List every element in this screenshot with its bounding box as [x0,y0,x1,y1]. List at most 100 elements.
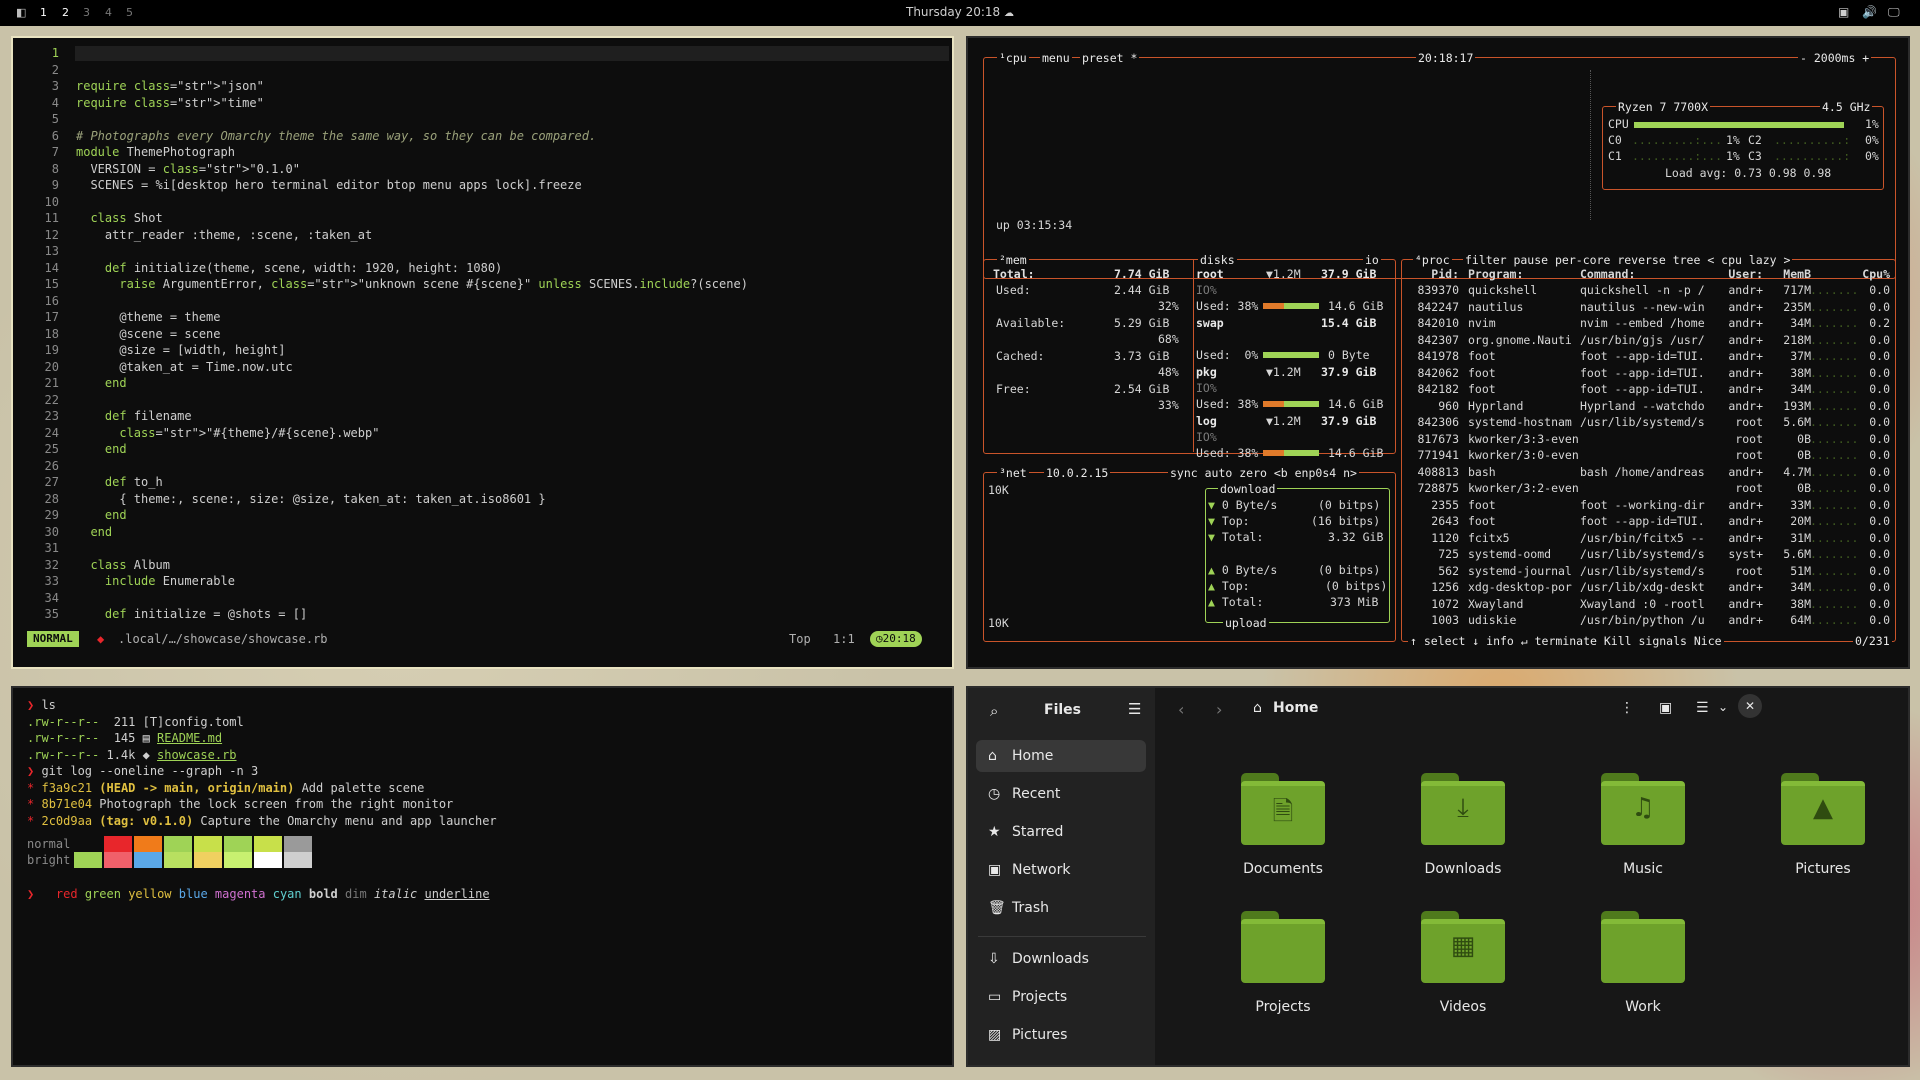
process-cell: 960 [1438,398,1459,413]
code-line[interactable]: 25 end [13,441,943,458]
code-line[interactable]: 16 [13,293,943,310]
sidebar-item-label: Pictures [1012,1027,1068,1043]
process-cell: 64M [1790,613,1811,627]
proc-title[interactable]: ⁴proc [1413,253,1452,267]
proc-footer[interactable]: ↑ select ↓ info ↵ terminate Kill signals… [1408,634,1724,648]
folder-videos[interactable]: ▦ Videos [1386,911,1540,1021]
code-line[interactable]: 31 [13,540,943,557]
hamburger-menu-icon[interactable]: ☰ [1128,700,1141,718]
color-swatch [224,836,252,852]
process-cell: 34M [1790,580,1811,594]
code-line[interactable]: 34 [13,590,943,607]
preset-button[interactable]: preset * [1080,51,1140,65]
back-icon[interactable]: ‹ [1178,700,1184,719]
code-line[interactable]: 22 [13,392,943,409]
shell-prompt[interactable]: ❯ [27,886,34,903]
sidebar-item-label: Network [1012,862,1071,878]
color-swatch [194,852,222,868]
btop-window[interactable]: ¹cpu menu preset * 20:18:17 - 2000ms + R… [966,36,1910,669]
folder-documents[interactable]: 🗎 Documents [1206,773,1360,883]
folder-label: Videos [1439,999,1487,1015]
code-line[interactable]: 13 [13,243,943,260]
location-bar[interactable]: ⌂ Home [1245,695,1655,723]
net-options[interactable]: sync auto zero <b enp0s4 n> [1168,466,1359,480]
code-line[interactable]: 5 [13,111,943,128]
starred-icon: ★ [988,824,1001,840]
files-window[interactable]: ⌕ Files ☰ ⌂ Home ◷ Recent ★ Starred ▣ Network 🗑 T… [966,686,1910,1067]
clock[interactable]: Thursday 20:18 ☁ [0,5,1920,19]
pictures-icon: ▨ [988,1027,1002,1043]
sidebar-item-home[interactable]: ⌂ Home [976,740,1146,772]
code-line[interactable]: 7 module ThemePhotograph [13,144,943,161]
folder-pictures[interactable]: ▲ Pictures [1746,773,1900,883]
folder-icon: ▲ [1781,773,1865,845]
code-line[interactable]: 18 @scene = scene [13,326,943,343]
code-line[interactable]: 14 def initialize(theme, scene, width: 1… [13,260,943,277]
code-line[interactable]: 29 end [13,507,943,524]
sidebar-item-starred[interactable]: ★ Starred [976,816,1146,848]
code-line[interactable]: 15 raise ArgumentError, class="str">"unk… [13,276,943,293]
upload-top: (0 bitps) [1325,579,1388,593]
code-line[interactable]: 26 [13,458,943,475]
nvim-window[interactable]: 1# frozen_string_literal: true23require … [11,36,954,669]
sidebar-item-downloads[interactable]: ⇩ Downloads [976,943,1146,975]
code-line[interactable]: 9 SCENES = %i[desktop hero terminal edit… [13,177,943,194]
folder-work[interactable]: Work [1566,911,1720,1021]
folder-music[interactable]: ♫ Music [1566,773,1720,883]
code-line[interactable]: 19 @size = [width, height] [13,342,943,359]
io-toggle[interactable]: io [1363,253,1381,267]
code-line[interactable]: 35 def initialize = @shots = [] [13,606,943,623]
display-icon[interactable]: 🖵 [1888,5,1900,20]
sidebar-item-pictures[interactable]: ▨ Pictures [976,1019,1146,1051]
code-line[interactable]: 20 @taken_at = Time.now.utc [13,359,943,376]
code-line[interactable]: 33 include Enumerable [13,573,943,590]
code-line[interactable]: 30 end [13,524,943,541]
mem-title[interactable]: ²mem [997,253,1029,267]
code-line[interactable]: 21 end [13,375,943,392]
code-line[interactable]: 2 [13,62,943,79]
disks-title[interactable]: disks [1198,253,1237,267]
terminal-window[interactable]: ❯ ls .rw-r--r-- 211 [T]config.toml .rw-r--… [11,686,954,1067]
update-interval[interactable]: - 2000ms + [1798,51,1872,65]
line-number: 33 [44,574,59,588]
view-options-icon[interactable]: ▣ [1659,700,1672,716]
proc-header-cell: Program: [1468,267,1524,281]
code-line[interactable]: 17 @theme = theme [13,309,943,326]
disk-size: 37.9 GiB [1321,414,1377,428]
chevron-down-icon[interactable]: ⌄ [1718,700,1728,714]
sidebar-item-recent[interactable]: ◷ Recent [976,778,1146,810]
sidebar-item-projects[interactable]: ▭ Projects [976,981,1146,1013]
code-line[interactable]: 6 # Photographs every Omarchy theme the s… [13,128,943,145]
proc-options[interactable]: filter pause per-core reverse tree < cpu… [1463,253,1793,267]
folder-projects[interactable]: Projects [1206,911,1360,1021]
line-number: 29 [44,508,59,522]
code-line[interactable]: 27 def to_h [13,474,943,491]
code-line[interactable]: 12 attr_reader :theme, :scene, :taken_at [13,227,943,244]
cpu-title[interactable]: ¹cpu [997,51,1029,65]
search-icon[interactable]: ⌕ [990,702,998,720]
process-cell: 235M [1783,299,1811,314]
cpu-spark: ....... [1810,398,1859,413]
list-view-icon[interactable]: ☰ [1696,700,1709,716]
net-title[interactable]: ³net [997,466,1029,480]
menu-button[interactable]: menu [1040,51,1072,65]
sidebar-item-network[interactable]: ▣ Network [976,854,1146,886]
code-line[interactable]: 8 VERSION = class="str">"0.1.0" [13,161,943,178]
code-line[interactable]: 11 class Shot [13,210,943,227]
line-text: def initialize(theme, scene, width: 1920… [104,260,503,275]
more-options-icon[interactable]: ⋮ [1620,700,1634,716]
screen-record-icon[interactable]: ▣ [1838,5,1849,19]
code-line[interactable]: 10 [13,194,943,211]
code-line[interactable]: 3 require class="str">"json" [13,78,943,95]
code-line[interactable]: 32 class Album [13,557,943,574]
code-line[interactable]: 4 require class="str">"time" [13,95,943,112]
code-line[interactable]: 24 class="str">"#{theme}/#{scene}.webp" [13,425,943,442]
code-line[interactable]: 28 { theme:, scene:, size: @size, taken_… [13,491,943,508]
process-cell: 1256 [1431,580,1459,594]
code-line[interactable]: 23 def filename [13,408,943,425]
folder-downloads[interactable]: ⤓ Downloads [1386,773,1540,883]
volume-icon[interactable]: 🔊 [1862,5,1877,19]
close-icon[interactable]: ✕ [1738,694,1762,718]
sidebar-item-trash[interactable]: 🗑 Trash [976,892,1146,924]
forward-icon[interactable]: › [1216,700,1222,719]
